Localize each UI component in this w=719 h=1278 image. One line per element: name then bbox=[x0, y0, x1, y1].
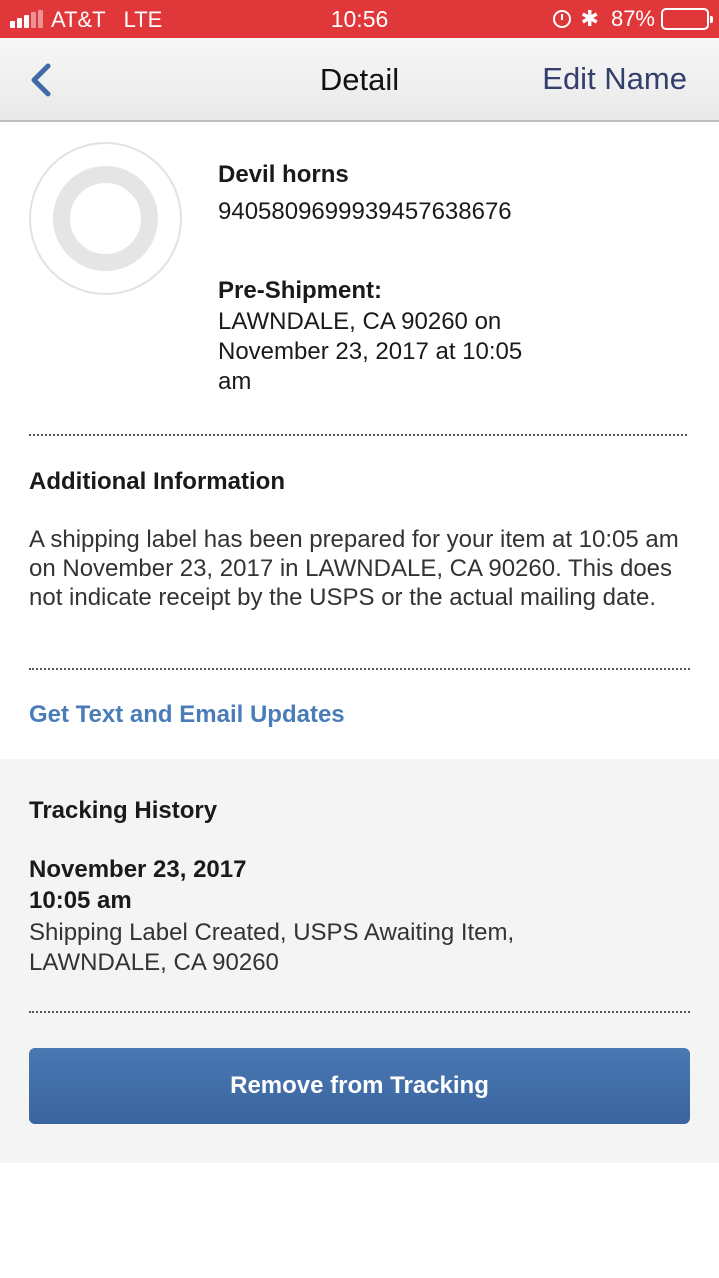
battery-percent: 87% bbox=[610, 6, 655, 31]
history-event-time: 10:05 am bbox=[29, 887, 132, 914]
status-title: Pre-Shipment: bbox=[218, 277, 383, 304]
alarm-icon bbox=[552, 10, 571, 28]
divider bbox=[29, 668, 690, 670]
tracking-history-heading: Tracking History bbox=[29, 797, 218, 824]
history-event-description: Shipping Label Created, USPS Awaiting It… bbox=[29, 919, 515, 976]
navigation-bar: Detail Edit Name bbox=[0, 38, 719, 122]
additional-info-heading: Additional Information bbox=[29, 468, 285, 495]
item-name: Devil horns bbox=[218, 161, 349, 188]
status-detail: LAWNDALE, CA 90260 on November 23, 2017 … bbox=[218, 308, 523, 395]
edit-name-button[interactable]: Edit Name bbox=[542, 61, 687, 97]
placeholder-ring-icon bbox=[53, 166, 158, 271]
item-avatar bbox=[29, 142, 182, 295]
bluetooth-icon: ✱ bbox=[580, 6, 599, 31]
status-right: ✱ 87% bbox=[552, 6, 713, 32]
get-updates-link[interactable]: Get Text and Email Updates bbox=[29, 701, 345, 729]
tracking-number: 9405809699939457638676 bbox=[218, 198, 512, 225]
divider bbox=[29, 434, 687, 436]
divider bbox=[29, 1011, 690, 1013]
battery-icon bbox=[661, 8, 713, 30]
status-bar: AT&T LTE 10:56 ✱ 87% bbox=[0, 0, 719, 38]
remove-from-tracking-button[interactable]: Remove from Tracking bbox=[29, 1048, 690, 1124]
history-event-date: November 23, 2017 bbox=[29, 856, 247, 883]
additional-info-text: A shipping label has been prepared for y… bbox=[29, 526, 679, 611]
